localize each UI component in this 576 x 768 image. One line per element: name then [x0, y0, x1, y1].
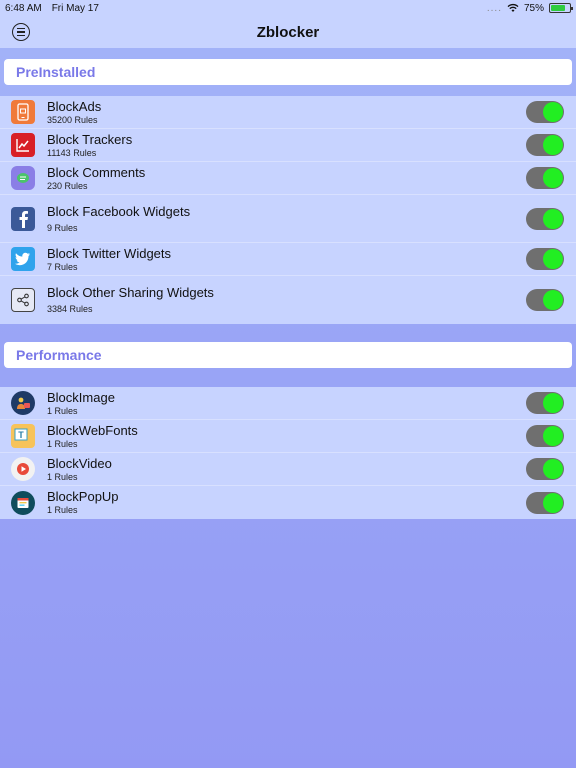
svg-text:T: T [18, 430, 24, 440]
performance-list: BlockImage 1 Rules T BlockWebFonts 1 Rul… [0, 387, 576, 519]
popup-icon [11, 490, 35, 515]
block-web-fonts-toggle[interactable] [526, 425, 564, 447]
preinstalled-list: BlockAds 35200 Rules Block Trackers 1114… [0, 96, 576, 324]
item-title: BlockVideo [47, 455, 112, 471]
image-icon [11, 391, 35, 415]
list-item-block-facebook-widgets: Block Facebook Widgets 9 Rules [0, 195, 576, 243]
block-popup-toggle[interactable] [526, 491, 564, 514]
item-rules-count: 7 Rules [47, 261, 78, 272]
block-ads-icon [11, 100, 35, 124]
item-title: Block Facebook Widgets [47, 203, 191, 219]
item-title: BlockAds [47, 98, 102, 114]
item-title: Block Other Sharing Widgets [47, 285, 214, 300]
battery-icon [549, 3, 573, 13]
item-rules-count: 1 Rules [47, 471, 78, 482]
item-rules-count: 3384 Rules [47, 304, 93, 314]
page-title: Zblocker [256, 23, 320, 41]
item-title: BlockImage [47, 389, 115, 405]
nav-bar: Zblocker [0, 16, 576, 48]
status-bar: 6:48 AM Fri May 17 .... 75% [0, 0, 576, 16]
item-rules-count: 1 Rules [47, 405, 78, 416]
list-item-block-ads: BlockAds 35200 Rules [0, 96, 576, 129]
block-other-sharing-widgets-toggle[interactable] [526, 289, 564, 311]
item-rules-count: 1 Rules [47, 505, 78, 515]
section-header-preinstalled: PreInstalled [4, 59, 572, 85]
item-title: Block Comments [47, 164, 146, 180]
block-image-toggle[interactable] [526, 392, 564, 414]
list-item-block-web-fonts: T BlockWebFonts 1 Rules [0, 420, 576, 453]
list-item-block-popup: BlockPopUp 1 Rules [0, 486, 576, 519]
facebook-icon [11, 206, 35, 231]
list-item-block-video: BlockVideo 1 Rules [0, 453, 576, 486]
list-item-block-image: BlockImage 1 Rules [0, 387, 576, 420]
trackers-icon [11, 133, 35, 157]
block-facebook-widgets-toggle[interactable] [526, 207, 564, 230]
item-title: BlockPopUp [47, 489, 119, 504]
item-rules-count: 35200 Rules [47, 114, 98, 125]
battery-percent: 75% [523, 2, 544, 14]
section-title: PreInstalled [16, 64, 96, 80]
comments-icon [11, 166, 35, 190]
item-rules-count: 9 Rules [47, 222, 78, 233]
block-video-toggle[interactable] [526, 458, 564, 480]
video-icon [11, 457, 35, 481]
status-time: 6:48 AM [5, 2, 42, 14]
block-ads-toggle[interactable] [526, 101, 564, 123]
item-title: BlockWebFonts [47, 422, 138, 438]
web-fonts-icon: T [11, 424, 35, 448]
list-item-block-twitter-widgets: Block Twitter Widgets 7 Rules [0, 243, 576, 276]
item-rules-count: 1 Rules [47, 438, 78, 449]
signal-dots-icon: .... [486, 2, 502, 14]
section-header-performance: Performance [4, 342, 572, 368]
list-item-block-other-sharing-widgets: Block Other Sharing Widgets 3384 Rules [0, 276, 576, 324]
block-twitter-widgets-toggle[interactable] [526, 248, 564, 270]
menu-icon[interactable] [12, 23, 30, 41]
item-title: Block Trackers [47, 131, 133, 147]
section-title: Performance [16, 347, 102, 363]
block-comments-toggle[interactable] [526, 167, 564, 189]
share-icon [11, 288, 35, 312]
block-trackers-toggle[interactable] [526, 134, 564, 156]
status-date: Fri May 17 [51, 2, 99, 14]
list-item-block-trackers: Block Trackers 11143 Rules [0, 129, 576, 162]
item-title: Block Twitter Widgets [47, 245, 172, 261]
item-rules-count: 230 Rules [47, 180, 88, 191]
wifi-icon [507, 4, 519, 12]
item-rules-count: 11143 Rules [47, 147, 97, 158]
list-item-block-comments: Block Comments 230 Rules [0, 162, 576, 195]
twitter-icon [11, 247, 35, 271]
